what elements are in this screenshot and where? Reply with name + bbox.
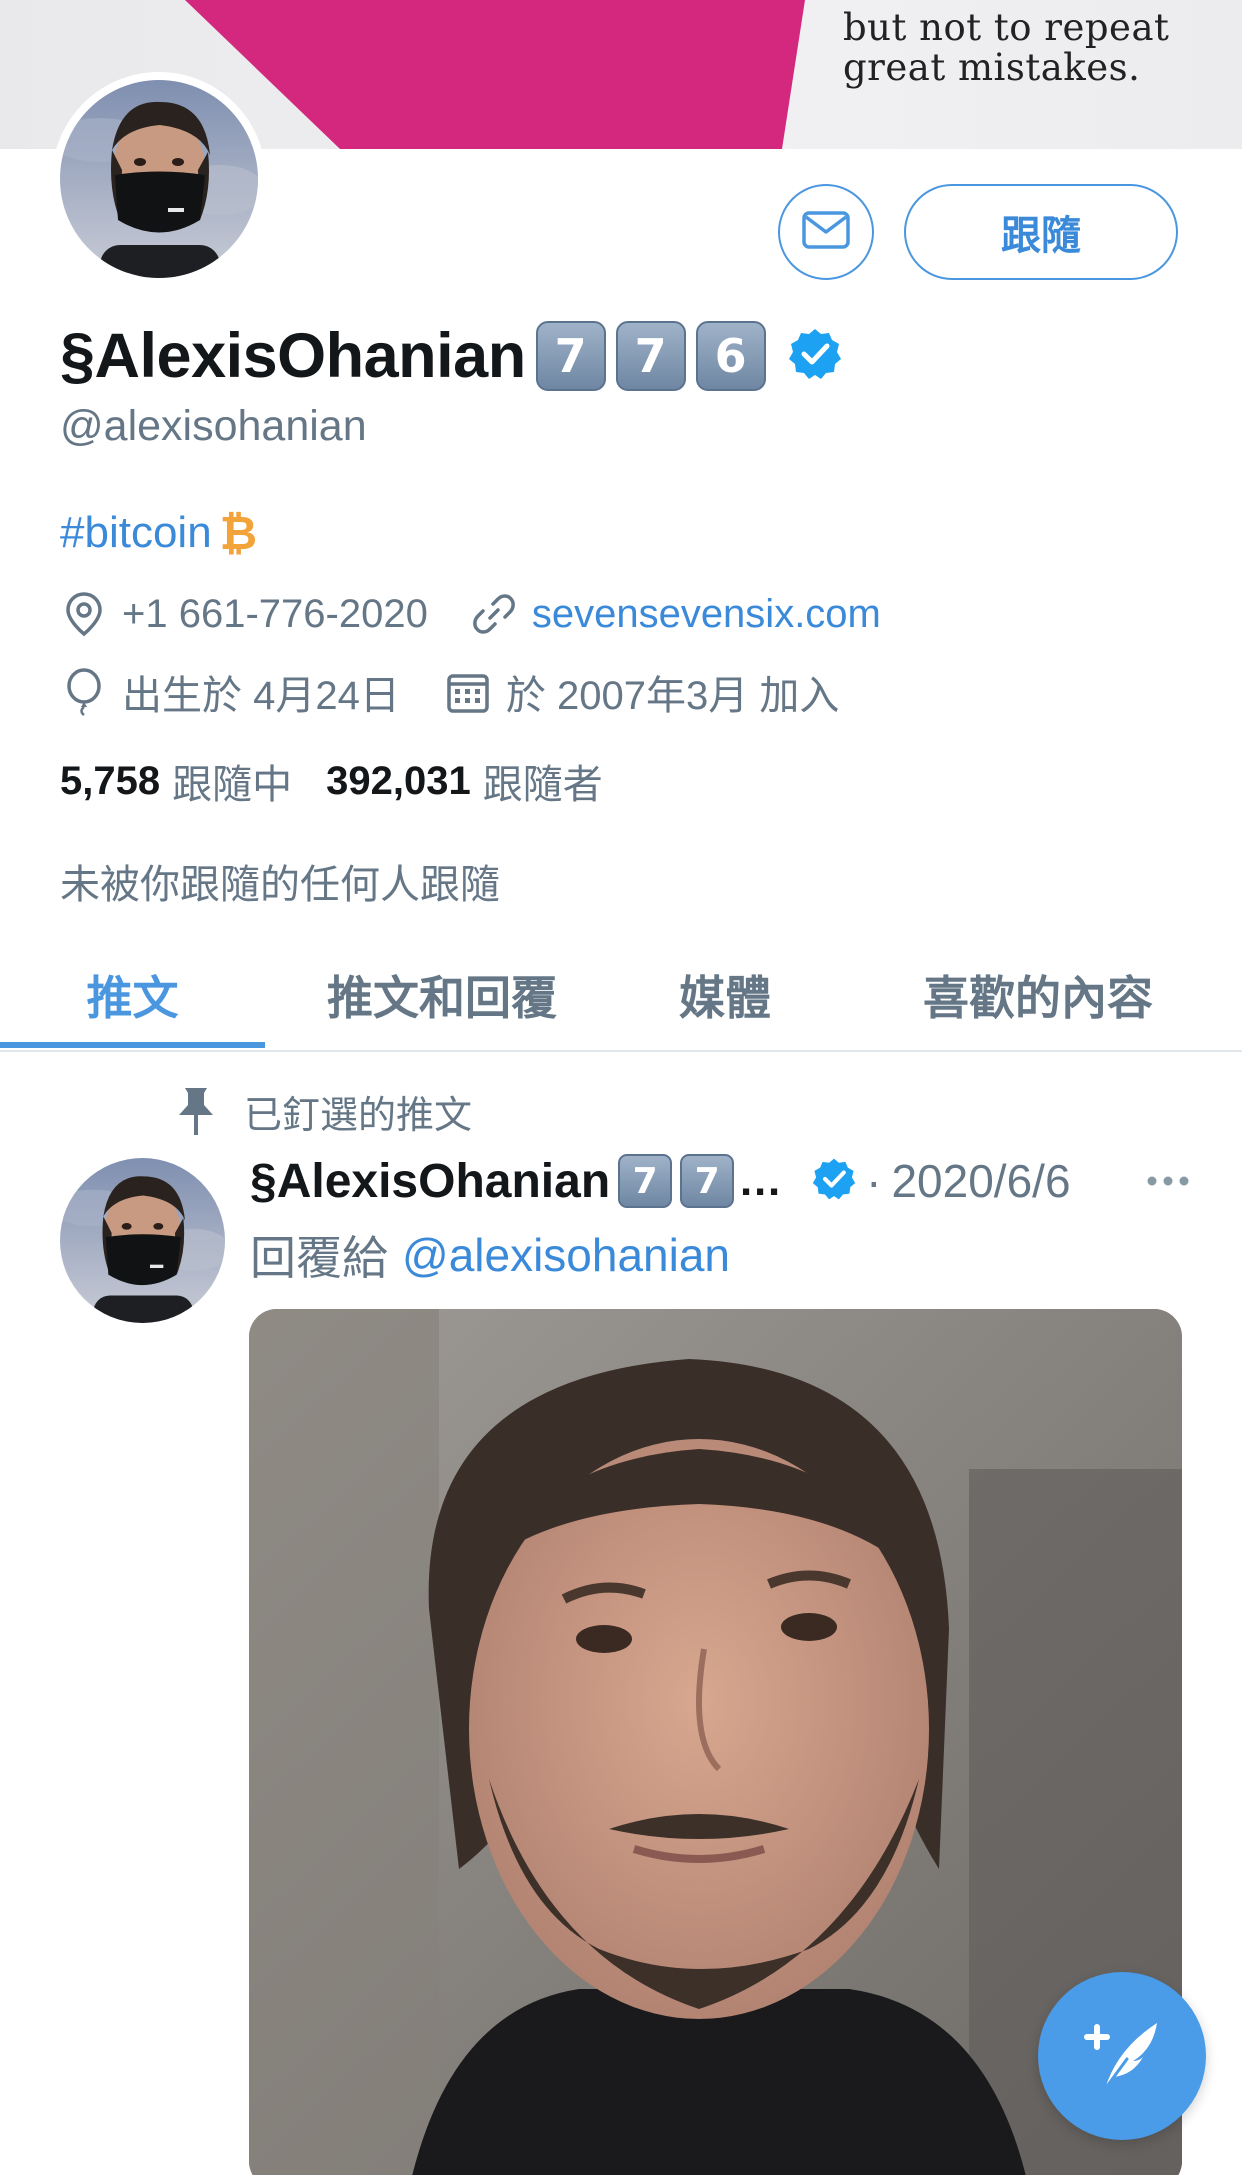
balloon-icon <box>60 668 108 716</box>
tweet-separator: · <box>866 1155 882 1207</box>
followers-label: 跟隨者 <box>482 763 603 807</box>
display-name-row: §AlexisOhanian 7 7 6 <box>60 318 842 394</box>
birthday-text: 出生於 4月24日 <box>122 674 400 718</box>
profile-meta-row-2: 出生於 4月24日 於 2007年3月 加入 <box>60 662 839 722</box>
avatar[interactable] <box>60 80 258 278</box>
following-count-link[interactable]: 5,758 跟隨中 <box>60 752 292 810</box>
more-options-icon[interactable] <box>1146 1150 1190 1212</box>
reply-to-line: 回覆給 @alexisohanian <box>250 1222 730 1288</box>
joined-item: 於 2007年3月 加入 <box>444 663 839 721</box>
tweet-author-name[interactable]: §AlexisOhanian <box>250 1154 610 1209</box>
verified-badge-icon <box>788 327 842 385</box>
following-count: 5,758 <box>60 758 161 803</box>
display-name: §AlexisOhanian <box>60 321 526 391</box>
reply-to-prefix: 回覆給 <box>250 1231 388 1285</box>
website-item[interactable]: sevensevensix.com <box>470 590 881 638</box>
location-text: +1 661-776-2020 <box>122 591 428 636</box>
tab-likes[interactable]: 喜歡的內容 <box>890 940 1186 1050</box>
bio: #bitcoin ₿ <box>60 506 257 560</box>
active-tab-indicator <box>0 1042 265 1048</box>
keycap-emoji: 7 <box>618 1154 673 1208</box>
envelope-icon <box>801 210 851 254</box>
following-label: 跟隨中 <box>172 763 293 807</box>
joined-text: 於 2007年3月 加入 <box>505 674 840 718</box>
profile-page: but not to repeat great mistakes. 跟隨 §Al… <box>0 0 1242 2175</box>
pinned-tweet-label: 已釘選的推文 <box>244 1092 473 1137</box>
follow-counts: 5,758 跟隨中 392,031 跟隨者 <box>60 752 603 810</box>
tab-tweets[interactable]: 推文 <box>0 940 265 1050</box>
calendar-icon <box>444 668 492 716</box>
tweet-author-avatar[interactable] <box>60 1158 225 1323</box>
banner-text-line-2: great mistakes. <box>843 46 1141 89</box>
banner-text-line-1: but not to repeat <box>843 6 1170 49</box>
reply-mention-link[interactable]: @alexisohanian <box>402 1228 730 1282</box>
keycap-emoji: 7 <box>615 321 686 391</box>
profile-tabs: 推文 推文和回覆 媒體 喜歡的內容 <box>0 940 1242 1052</box>
profile-handle: @alexisohanian <box>60 402 367 450</box>
location-item: +1 661-776-2020 <box>60 590 428 638</box>
tab-tweets-and-replies[interactable]: 推文和回覆 <box>295 940 589 1050</box>
pinned-tweet-label-row: 已釘選的推文 <box>170 1085 473 1137</box>
keycap-emoji: 7 <box>680 1154 735 1208</box>
location-pin-icon <box>60 590 108 638</box>
website-link[interactable]: sevensevensix.com <box>532 592 881 637</box>
message-button[interactable] <box>778 184 874 280</box>
keycap-emoji: 7 <box>535 321 606 391</box>
followed-by-text: 未被你跟隨的任何人跟隨 <box>60 862 500 908</box>
bitcoin-icon: ₿ <box>219 507 258 559</box>
tab-media[interactable]: 媒體 <box>640 940 810 1050</box>
birthday-item: 出生於 4月24日 <box>60 663 400 721</box>
banner-text: but not to repeat great mistakes. <box>843 8 1223 88</box>
compose-feather-icon <box>1077 2009 1167 2103</box>
tweet-header: §AlexisOhanian 7 7 … · 2020/6/6 <box>250 1150 1190 1212</box>
followers-count-link[interactable]: 392,031 跟隨者 <box>326 752 603 810</box>
verified-badge-icon <box>812 1157 856 1206</box>
link-icon <box>470 590 518 638</box>
profile-meta-row-1: +1 661-776-2020 sevensevensix.com <box>60 584 881 644</box>
tweet-date[interactable]: 2020/6/6 <box>891 1154 1070 1208</box>
keycap-emoji: 6 <box>695 321 766 391</box>
followers-count: 392,031 <box>326 758 471 803</box>
follow-button[interactable]: 跟隨 <box>904 184 1178 280</box>
bio-hashtag-link[interactable]: #bitcoin <box>60 508 212 558</box>
pin-icon <box>170 1085 222 1137</box>
compose-tweet-button[interactable] <box>1038 1972 1206 2140</box>
name-truncation: … <box>738 1156 783 1205</box>
